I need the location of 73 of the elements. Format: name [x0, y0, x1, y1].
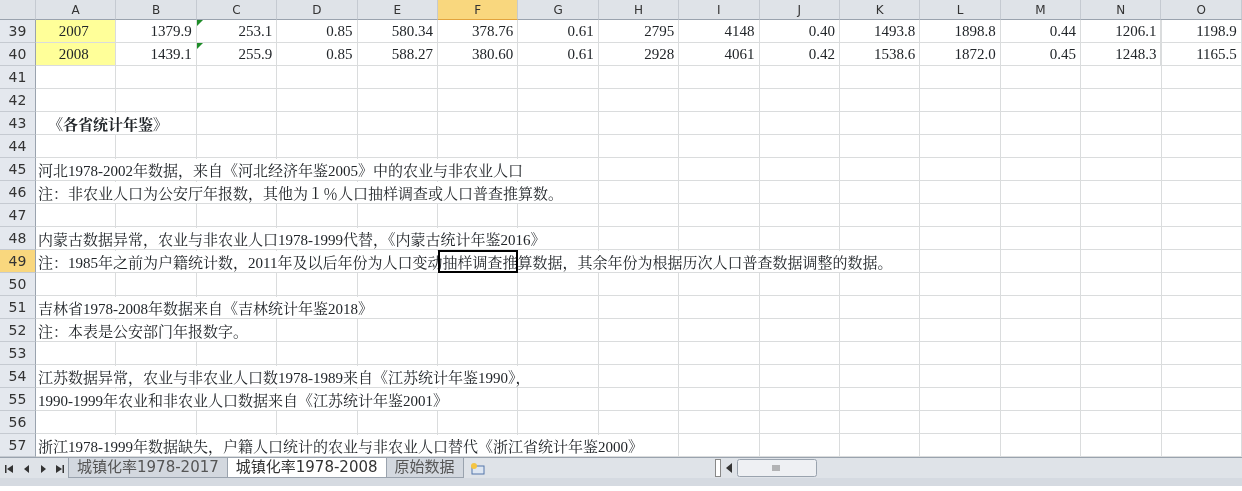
column-header[interactable]: H	[598, 0, 680, 20]
row-header[interactable]: 46	[0, 181, 36, 204]
table-cell: 1165.5	[1161, 43, 1242, 66]
row-header[interactable]: 39	[0, 20, 36, 43]
table-cell: 0.85	[277, 20, 358, 43]
row-header[interactable]: 45	[0, 158, 36, 181]
table-cell: 1198.9	[1161, 20, 1242, 43]
column-header[interactable]: B	[116, 0, 197, 20]
row-header[interactable]: 50	[0, 273, 36, 296]
sheet-tab[interactable]: 原始数据	[385, 458, 464, 478]
column-header[interactable]: O	[1161, 0, 1242, 20]
row-header[interactable]: 48	[0, 227, 36, 250]
scrollbar-thumb[interactable]	[737, 459, 817, 477]
column-header[interactable]: K	[839, 0, 921, 20]
column-header[interactable]: C	[196, 0, 278, 20]
row-header[interactable]: 44	[0, 135, 36, 158]
table-cell: 1379.9	[116, 20, 197, 43]
table-cell: 380.60	[437, 43, 519, 66]
row-header[interactable]: 51	[0, 296, 36, 319]
table-cell: 1872.0	[920, 43, 1001, 66]
table-cell: 1493.8	[839, 20, 921, 43]
table-cell: 2008	[36, 43, 117, 66]
row-header[interactable]: 47	[0, 204, 36, 227]
table-cell: 4148	[679, 20, 760, 43]
row-header[interactable]: 42	[0, 89, 36, 112]
row-header[interactable]: 53	[0, 342, 36, 365]
sheet-tab[interactable]: 城镇化率1978-2017	[68, 458, 228, 478]
table-cell: 0.61	[518, 20, 599, 43]
row-header[interactable]: 56	[0, 411, 36, 434]
row-header[interactable]: 52	[0, 319, 36, 342]
column-header[interactable]: F	[437, 0, 519, 20]
table-cell: 1439.1	[116, 43, 197, 66]
table-cell: 0.85	[277, 43, 358, 66]
column-header[interactable]: A	[36, 0, 117, 20]
column-header[interactable]: N	[1081, 0, 1162, 20]
table-cell: 580.34	[357, 20, 438, 43]
table-cell: 0.61	[518, 43, 599, 66]
column-header[interactable]: J	[759, 0, 840, 20]
note-text: 河北1978-2002年数据，来自《河北经济年鉴2005》中的农业与非农业人口	[36, 159, 525, 180]
sheet-tab[interactable]: 城镇化率1978-2008	[226, 458, 387, 478]
first-sheet-icon[interactable]	[2, 463, 15, 475]
table-cell: 253.1	[196, 20, 278, 43]
row-header[interactable]: 41	[0, 66, 36, 89]
row-header[interactable]: 54	[0, 365, 36, 388]
table-cell: 588.27	[357, 43, 438, 66]
table-cell: 2007	[36, 20, 117, 43]
column-header[interactable]: E	[357, 0, 438, 20]
table-cell: 0.42	[759, 43, 840, 66]
row-header[interactable]: 49	[0, 250, 36, 273]
table-cell: 0.44	[1000, 20, 1082, 43]
table-cell: 378.76	[437, 20, 519, 43]
column-header[interactable]: M	[1000, 0, 1082, 20]
table-cell: 4061	[679, 43, 760, 66]
row-header[interactable]: 43	[0, 112, 36, 135]
split-handle-icon[interactable]	[715, 459, 721, 477]
column-header[interactable]: I	[679, 0, 760, 20]
table-cell: 0.45	[1000, 43, 1082, 66]
column-header[interactable]: L	[920, 0, 1001, 20]
row-header[interactable]: 55	[0, 388, 36, 411]
scroll-left-icon[interactable]	[725, 462, 733, 474]
last-sheet-icon[interactable]	[53, 463, 66, 475]
column-header[interactable]: D	[277, 0, 358, 20]
table-cell: 1538.6	[839, 43, 921, 66]
table-cell: 1248.3	[1081, 43, 1162, 66]
table-cell: 1206.1	[1081, 20, 1162, 43]
row-header[interactable]: 57	[0, 434, 36, 457]
column-header[interactable]: G	[518, 0, 599, 20]
table-cell: 0.40	[759, 20, 840, 43]
table-cell: 255.9	[196, 43, 278, 66]
row-header[interactable]: 40	[0, 43, 36, 66]
table-cell: 2928	[598, 43, 680, 66]
table-cell: 2795	[598, 20, 680, 43]
table-cell: 1898.8	[920, 20, 1001, 43]
